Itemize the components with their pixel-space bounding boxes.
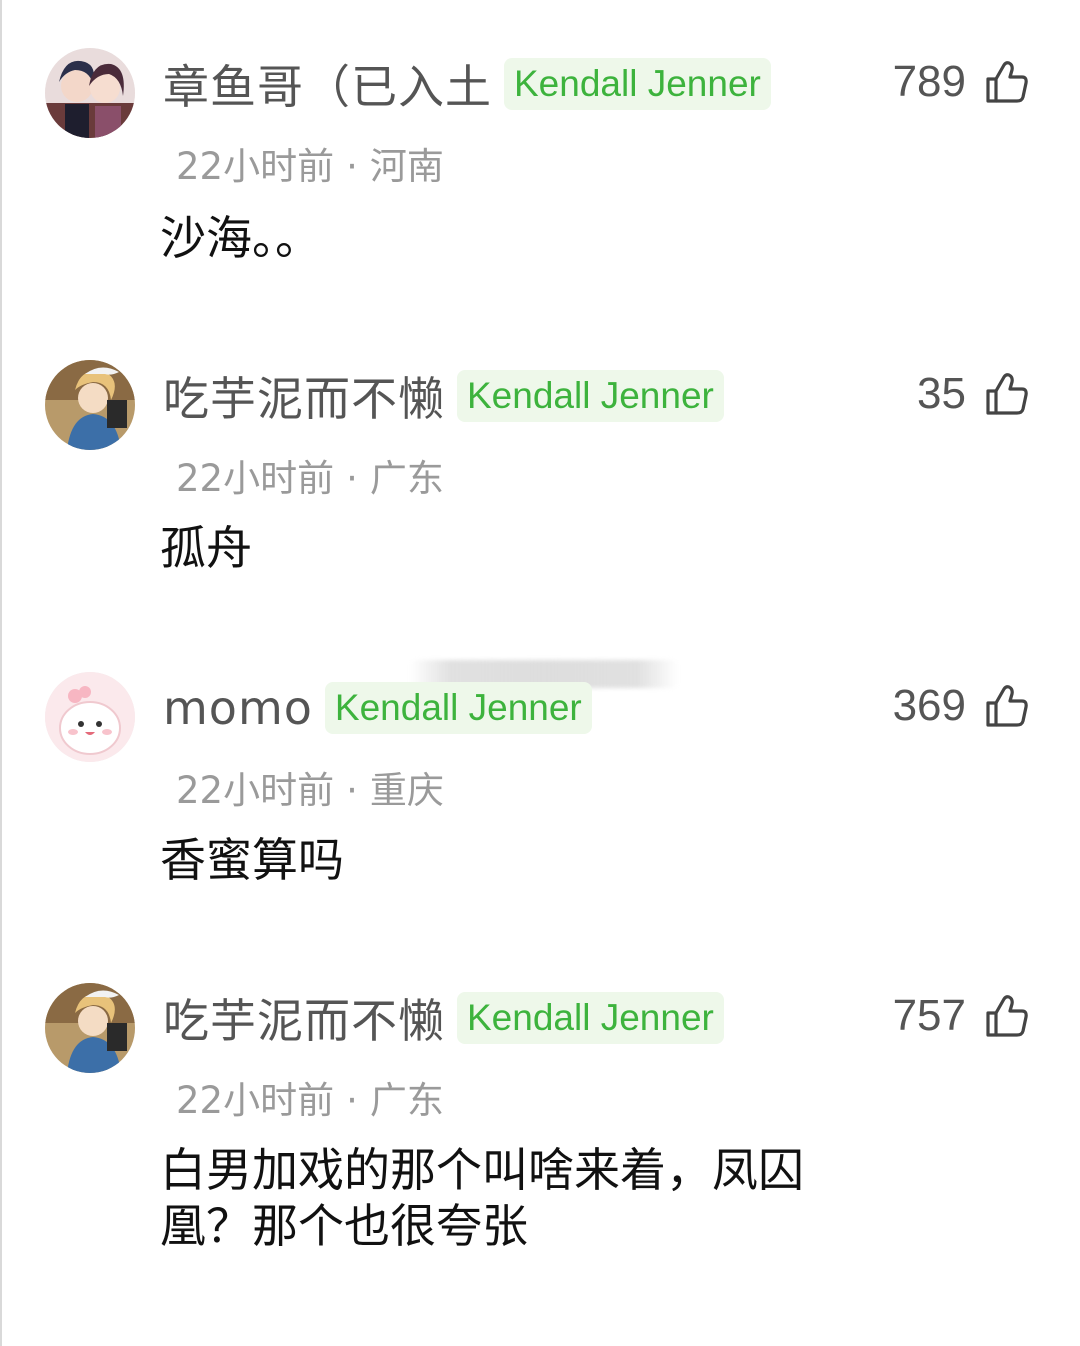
like-count: 369 <box>892 681 966 730</box>
comment-text: 香蜜算吗 <box>160 833 344 887</box>
painted-portrait-avatar-icon[interactable] <box>45 360 135 450</box>
painted-portrait-avatar-icon[interactable] <box>45 983 135 1073</box>
comment-meta: 22小时前 · 广东 <box>176 448 444 502</box>
comment-header: 吃芋泥而不懒 Kendall Jenner <box>163 364 724 428</box>
comment-text: 白男加戏的那个叫啥来着，凤囚 凰？那个也很夸张 <box>160 1142 960 1254</box>
comment-location: 重庆 <box>369 769 444 812</box>
comment-text: 孤舟 <box>160 521 252 575</box>
comment-text: 沙海。。 <box>160 211 321 265</box>
meta-separator: · <box>346 769 358 812</box>
comment-header: momo Kendall Jenner <box>163 676 592 740</box>
comment-text-line: 白男加戏的那个叫啥来着，凤囚 <box>160 1143 804 1197</box>
comment-header: 吃芋泥而不懒 Kendall Jenner <box>163 986 724 1050</box>
meta-separator: · <box>346 145 358 188</box>
username[interactable]: 吃芋泥而不懒 <box>163 985 445 1051</box>
thumbs-up-icon[interactable] <box>984 371 1030 417</box>
like-button[interactable]: 757 <box>893 984 1030 1048</box>
comment-time: 22小时前 <box>176 1079 335 1122</box>
fan-badge[interactable]: Kendall Jenner <box>324 682 592 734</box>
anime-couple-avatar-icon[interactable] <box>45 48 135 138</box>
thumbs-up-icon[interactable] <box>984 993 1030 1039</box>
thumbs-up-icon[interactable] <box>984 59 1030 105</box>
comment-meta: 22小时前 · 河南 <box>176 136 444 190</box>
comment-meta: 22小时前 · 重庆 <box>176 760 444 814</box>
username[interactable]: 吃芋泥而不懒 <box>163 363 445 429</box>
comment-location: 广东 <box>369 1079 444 1122</box>
like-count: 789 <box>892 57 966 106</box>
like-button[interactable]: 369 <box>893 674 1030 738</box>
username[interactable]: momo <box>163 681 313 735</box>
username[interactable]: 章鱼哥（已入土 <box>163 51 492 117</box>
comment-time: 22小时前 <box>176 457 335 500</box>
thumbs-up-icon[interactable] <box>984 683 1030 729</box>
like-button[interactable]: 789 <box>893 50 1030 114</box>
comment-header: 章鱼哥（已入土 Kendall Jenner <box>163 52 771 116</box>
meta-separator: · <box>346 457 358 500</box>
meta-separator: · <box>346 1079 358 1122</box>
like-count: 757 <box>892 991 966 1040</box>
fan-badge[interactable]: Kendall Jenner <box>457 370 724 422</box>
fan-badge[interactable]: Kendall Jenner <box>504 58 771 110</box>
pink-cartoon-avatar-icon[interactable] <box>45 672 135 762</box>
comment-time: 22小时前 <box>176 145 335 188</box>
comment-time: 22小时前 <box>176 769 335 812</box>
comment-location: 河南 <box>369 145 444 188</box>
fan-badge[interactable]: Kendall Jenner <box>457 992 724 1044</box>
comment-text-line: 凰？那个也很夸张 <box>160 1199 528 1253</box>
like-button[interactable]: 35 <box>917 362 1030 426</box>
page-edge <box>0 0 2 1346</box>
like-count: 35 <box>917 369 966 418</box>
comment-location: 广东 <box>369 457 444 500</box>
comment-meta: 22小时前 · 广东 <box>176 1070 444 1124</box>
